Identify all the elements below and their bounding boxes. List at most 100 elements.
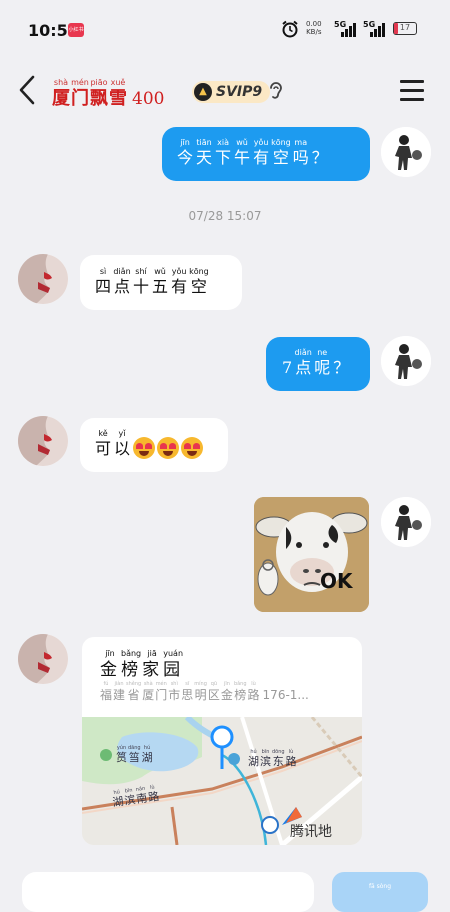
contact-avatar[interactable] <box>18 416 68 466</box>
vip-badge[interactable]: ▲ SVIP9 <box>192 81 271 103</box>
hanzi: 明 <box>194 688 207 702</box>
message-timestamp: 07/28 15:07 <box>188 209 262 223</box>
ruby-char: yuán 园 <box>163 649 183 681</box>
net-speed: 0.00 KB/s <box>306 20 322 36</box>
message-bubble-sent[interactable]: 7 diǎn 点 ne 呢 ？ <box>266 337 370 391</box>
ear-icon[interactable] <box>268 80 284 107</box>
hanzi: 思 <box>181 688 194 702</box>
pinyin: bǎng <box>121 649 142 658</box>
cow-ok-sticker[interactable]: OK <box>254 497 369 612</box>
hanzi: 省 <box>127 688 140 702</box>
pinyin: yǒu <box>171 267 187 276</box>
ruby-char: fú 福 <box>100 681 112 703</box>
alarm-icon <box>281 20 299 38</box>
location-name: jīn 金 bǎng 榜 jiā 家 yuán 园 <box>100 649 184 681</box>
ruby-char: bǎng 榜 <box>234 681 247 703</box>
hanzi: 滨 <box>260 755 271 768</box>
hanzi: 飘 <box>90 88 108 109</box>
contact-avatar[interactable] <box>18 634 68 684</box>
hanzi: 路 <box>285 755 297 768</box>
signal-icon-2: 5G <box>363 20 387 37</box>
hanzi: 家 <box>142 660 160 680</box>
ruby-char: mén 门 <box>155 681 167 703</box>
pinyin: wǔ <box>154 267 166 276</box>
ruby-char: xuě 雪 <box>109 78 127 110</box>
ruby-char: jīn 金 <box>221 681 233 703</box>
ruby-char: tiān 天 <box>195 138 213 168</box>
heart-eyes-emoji-icon <box>157 437 180 459</box>
contact-avatar[interactable] <box>18 254 68 304</box>
ruby-char: yǒu 有 <box>170 267 188 297</box>
pinyin: jīn <box>180 138 190 147</box>
ruby-char: yǒu 有 <box>252 138 270 168</box>
hanzi: 园 <box>163 660 181 680</box>
message-bubble-received[interactable]: kě 可 yǐ 以 <box>80 418 228 472</box>
hanzi: 湖 <box>111 794 125 810</box>
my-avatar[interactable] <box>381 497 431 547</box>
message-bubble-received[interactable]: sì 四 diǎn 点 shí 十 wǔ 五 yǒu 有 kōng 空 <box>80 255 242 310</box>
message-input[interactable] <box>22 872 314 912</box>
hanzi: 筼 <box>116 751 127 764</box>
hanzi: 路 <box>247 688 260 702</box>
ruby-char: bǎng 榜 <box>121 649 141 681</box>
hanzi: 下 <box>215 148 232 167</box>
vip-hat-icon: ▲ <box>194 83 212 101</box>
location-map[interactable]: yún 筼 dāng 筜 hú 湖 hú 湖 bīn 滨 dōng 东 lù 路 hú 湖 bīn 滨 nán 南… <box>82 717 362 845</box>
ruby-char: qū 区 <box>208 681 220 703</box>
send-button[interactable]: fā sòng <box>332 872 428 912</box>
hanzi: 空 <box>190 277 207 296</box>
signal-label-1: 5G <box>334 20 347 29</box>
hanzi: 可 <box>95 439 112 458</box>
pinyin: kōng <box>271 138 291 147</box>
hanzi: 金 <box>220 688 233 702</box>
battery-icon: 17 <box>393 22 417 35</box>
hanzi: 厦 <box>142 688 155 702</box>
signal-label-2: 5G <box>363 20 376 29</box>
location-card[interactable]: jīn 金 bǎng 榜 jiā 家 yuán 园 fú 福 jiàn 建 shěng 省 shà 厦 mén… <box>82 637 362 845</box>
back-arrow-icon[interactable] <box>16 75 40 105</box>
pinyin: shà <box>53 78 69 87</box>
pinyin: qū <box>210 681 218 687</box>
pinyin: xuě <box>110 78 126 87</box>
ruby-char: yún 筼 <box>116 745 127 764</box>
hanzi: 金 <box>100 660 117 680</box>
pinyin: jīn <box>105 649 115 658</box>
hanzi: ？ <box>311 148 328 167</box>
ruby-char: yǐ 以 <box>113 429 131 459</box>
pinyin: mén <box>155 681 167 687</box>
hamburger-menu-icon[interactable] <box>400 80 424 102</box>
hanzi: 点 <box>114 277 131 296</box>
hanzi: 湖 <box>141 751 153 764</box>
message-text-number: 7 <box>282 358 293 377</box>
net-speed-unit: KB/s <box>306 28 322 36</box>
pinyin: diǎn <box>113 267 131 276</box>
ruby-char: ？ <box>332 348 350 378</box>
hanzi: 筜 <box>128 751 140 764</box>
pinyin: tiān <box>196 138 212 147</box>
hanzi: 午 <box>234 148 251 167</box>
ruby-char: lù 路 <box>248 681 260 703</box>
pinyin: fú <box>103 681 109 687</box>
hanzi: 榜 <box>234 688 247 702</box>
pinyin: míng <box>194 681 207 687</box>
my-avatar[interactable] <box>381 336 431 386</box>
pinyin: xià <box>217 138 229 147</box>
hanzi: 以 <box>114 439 131 458</box>
hanzi: 东 <box>272 755 284 768</box>
my-avatar[interactable] <box>381 127 431 177</box>
chat-title: shà 厦 mén 门 piāo 飘 xuě 雪 400 <box>52 70 164 110</box>
ruby-char: wǔ 午 <box>233 138 251 168</box>
pinyin: yuán <box>163 649 184 658</box>
pinyin <box>319 138 322 148</box>
net-speed-value: 0.00 <box>306 20 322 28</box>
hanzi: 福 <box>100 688 113 702</box>
ruby-char: hú 湖 <box>142 745 153 764</box>
ruby-char: kōng 空 <box>271 138 291 168</box>
pinyin: mén <box>71 78 89 87</box>
ruby-char: jiàn 建 <box>113 681 125 703</box>
message-bubble-sent[interactable]: jīn 今 tiān 天 xià 下 wǔ 午 yǒu 有 kōng 空 ma 吗 ？ <box>162 127 370 181</box>
pinyin: diǎn <box>294 348 312 357</box>
ruby-char: sī 思 <box>181 681 193 703</box>
pinyin: shì <box>170 681 178 687</box>
pinyin: lù <box>251 681 256 687</box>
